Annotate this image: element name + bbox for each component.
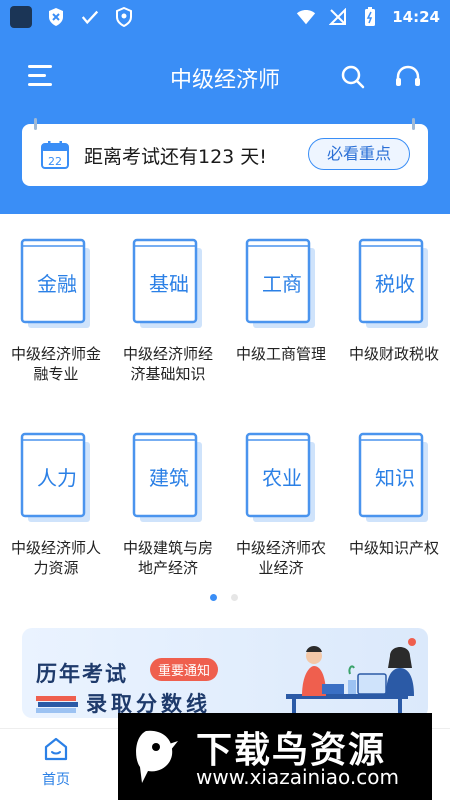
- watermark-overlay: 下载鸟资源 www.xiazainiao.com: [118, 713, 432, 800]
- subject-taxation[interactable]: 税收 中级财政税收: [338, 238, 450, 364]
- book-label: 税收: [375, 272, 415, 296]
- subject-economic-basics[interactable]: 基础 中级经济师经济基础知识: [112, 238, 224, 384]
- app-notification-icon: [10, 6, 32, 28]
- subject-finance[interactable]: 金融 中级经济师金融专业: [0, 238, 112, 384]
- home-icon: [44, 737, 68, 761]
- promo-banner[interactable]: 历年考试 重要通知 录取分数线: [22, 628, 428, 718]
- clock-time: 14:24: [392, 8, 440, 26]
- shield-check-icon: [80, 7, 100, 27]
- countdown-text: 距离考试还有123 天!: [84, 145, 267, 168]
- customer-service-icon[interactable]: [394, 64, 422, 94]
- book-icon: 人力: [20, 432, 92, 522]
- book-label: 人力: [37, 466, 77, 490]
- must-see-button[interactable]: 必看重点: [308, 138, 410, 170]
- book-icon: 建筑: [132, 432, 204, 522]
- book-icon: 金融: [20, 238, 92, 328]
- subject-agriculture[interactable]: 农业 中级经济师农业经济: [225, 432, 337, 578]
- page-dot[interactable]: [231, 594, 238, 601]
- book-label: 工商: [262, 272, 302, 296]
- books-stack-icon: [36, 694, 80, 718]
- subject-construction-real-estate[interactable]: 建筑 中级建筑与房地产经济: [112, 432, 224, 578]
- shield-x-icon: [46, 7, 66, 27]
- page-dot-active[interactable]: [210, 594, 217, 601]
- book-label: 知识: [375, 466, 415, 490]
- watermark-url: www.xiazainiao.com: [196, 765, 399, 789]
- subject-title: 中级建筑与房地产经济: [122, 539, 213, 577]
- subject-business-admin[interactable]: 工商 中级工商管理: [225, 238, 337, 364]
- subject-human-resources[interactable]: 人力 中级经济师人力资源: [0, 432, 112, 578]
- calendar-icon: 22: [41, 141, 69, 169]
- security-shield-icon: [114, 7, 134, 27]
- exam-countdown-card: 22 距离考试还有123 天! 必看重点: [22, 118, 428, 186]
- book-label: 农业: [262, 466, 302, 490]
- book-label: 建筑: [149, 466, 189, 490]
- top-nav-bar: 中级经济师: [0, 50, 450, 102]
- subject-title: 中级经济师经济基础知识: [122, 345, 213, 383]
- subject-title: 中级工商管理: [235, 345, 326, 363]
- book-icon: 农业: [245, 432, 317, 522]
- banner-notice-badge: 重要通知: [150, 658, 219, 681]
- subject-title: 中级财政税收: [348, 345, 439, 363]
- banner-title-line1: 历年考试: [36, 662, 128, 686]
- calendar-day: 22: [48, 155, 62, 168]
- search-icon[interactable]: [340, 64, 366, 94]
- book-icon: 基础: [132, 238, 204, 328]
- card-pin: [412, 118, 415, 130]
- book-label: 基础: [149, 272, 189, 296]
- bird-logo-icon: [132, 727, 184, 791]
- tab-home-label: 首页: [42, 772, 70, 788]
- subject-title: 中级经济师农业经济: [235, 539, 326, 577]
- subject-intellectual-property[interactable]: 知识 中级知识产权: [338, 432, 450, 558]
- book-icon: 工商: [245, 238, 317, 328]
- book-icon: 知识: [358, 432, 430, 522]
- no-signal-icon: [328, 7, 348, 27]
- battery-icon: [360, 7, 380, 27]
- tab-home[interactable]: 首页: [30, 737, 82, 789]
- page-indicator: [210, 594, 238, 601]
- subject-title: 中级知识产权: [348, 539, 439, 557]
- subject-title: 中级经济师金融专业: [10, 345, 101, 383]
- office-illustration: [262, 634, 428, 718]
- book-icon: 税收: [358, 238, 430, 328]
- card-pin: [34, 118, 37, 130]
- page-title: 中级经济师: [169, 68, 280, 93]
- book-label: 金融: [37, 272, 77, 296]
- status-bar: 14:24: [0, 0, 450, 34]
- subject-title: 中级经济师人力资源: [10, 539, 101, 577]
- wifi-icon: [296, 7, 316, 27]
